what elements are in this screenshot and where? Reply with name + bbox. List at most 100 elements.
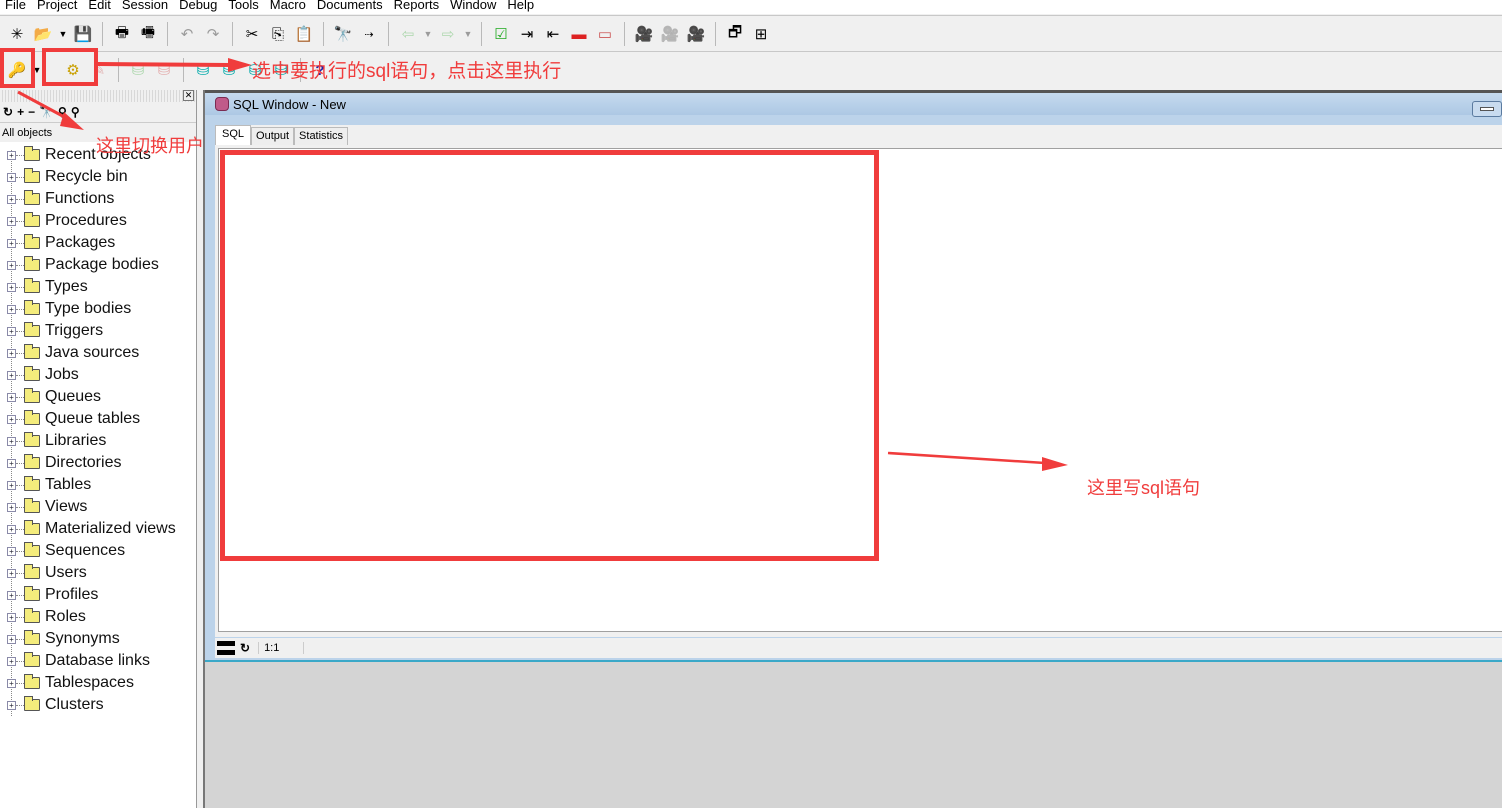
back-icon[interactable]: ⇦ [395,21,421,47]
expand-icon[interactable]: + [7,634,16,644]
menu-window[interactable]: Window [445,0,502,12]
expand-icon[interactable]: + [7,612,16,622]
expand-icon[interactable]: + [7,414,16,424]
unindent-icon[interactable]: ⇤ [540,21,566,47]
play-macro-icon[interactable]: 🎥 [657,21,683,47]
indent-icon[interactable]: ⇥ [514,21,540,47]
new-icon[interactable]: ✳ [4,21,30,47]
tree-item[interactable]: + Profiles [0,584,196,606]
tree-item[interactable]: + Java sources [0,342,196,364]
menu-macro[interactable]: Macro [265,0,312,12]
undo-icon[interactable]: ↶ [174,21,200,47]
expand-icon[interactable]: + [7,436,16,446]
expand-icon[interactable]: + [7,524,16,534]
print-setup-icon[interactable]: 🖷 [135,21,161,47]
db-icon-2[interactable]: ⛁ [216,57,242,83]
expand-icon[interactable]: + [7,502,16,512]
rollback-icon[interactable]: ⛁ [151,57,177,83]
find-icon[interactable]: 🔭 [39,105,54,119]
record-macro-icon[interactable]: 🎥 [631,21,657,47]
tree-item[interactable]: + Users [0,562,196,584]
menu-documents[interactable]: Documents [312,0,389,12]
filter-edit-icon[interactable]: ⚲ [71,105,80,119]
copy-icon[interactable]: ⎘ [265,21,291,47]
tree-item[interactable]: + Sequences [0,540,196,562]
layout-icon[interactable] [217,641,235,655]
tree-item[interactable]: + Jobs [0,364,196,386]
print-icon[interactable]: 🖶 [109,21,135,47]
tree-item[interactable]: + Package bodies [0,254,196,276]
tree-item[interactable]: + Type bodies [0,298,196,320]
comment-icon[interactable]: ▬ [566,21,592,47]
menu-help[interactable]: Help [502,0,540,12]
dropdown-icon[interactable]: ▼ [421,21,435,47]
open-icon[interactable]: 📂 [30,21,56,47]
tree-item[interactable]: + Materialized views [0,518,196,540]
expand-icon[interactable]: + [7,678,16,688]
expand-icon[interactable]: + [7,216,16,226]
tree-item[interactable]: + Procedures [0,210,196,232]
close-icon[interactable]: ✕ [183,90,194,101]
find-next-icon[interactable]: ⇢ [356,21,382,47]
menu-file[interactable]: File [0,0,32,12]
filter-icon[interactable]: ⚲ [58,105,67,119]
tree-item[interactable]: + Queue tables [0,408,196,430]
tab-output[interactable]: Output [251,127,295,145]
expand-icon[interactable]: + [7,568,16,578]
expand-icon[interactable]: + [7,172,16,182]
menu-tools[interactable]: Tools [223,0,264,12]
menu-debug[interactable]: Debug [174,0,223,12]
tree-item[interactable]: + Directories [0,452,196,474]
tile-icon[interactable]: ⊞ [748,21,774,47]
uncomment-icon[interactable]: ▭ [592,21,618,47]
expand-icon[interactable]: + [7,590,16,600]
menu-project[interactable]: Project [32,0,83,12]
refresh-icon[interactable]: ↻ [240,641,250,655]
tree-item[interactable]: + Tablespaces [0,672,196,694]
tree-item[interactable]: + Functions [0,188,196,210]
tree-item[interactable]: + Roles [0,606,196,628]
expand-icon[interactable]: + [7,348,16,358]
expand-icon[interactable]: + [7,656,16,666]
menu-reports[interactable]: Reports [389,0,446,12]
minimize-button[interactable] [1472,101,1502,117]
db-icon-1[interactable]: ⛁ [190,57,216,83]
tree-item[interactable]: + Queues [0,386,196,408]
tree-item[interactable]: + Types [0,276,196,298]
expand-icon[interactable]: + [7,194,16,204]
cut-icon[interactable]: ✂ [239,21,265,47]
expand-icon[interactable]: + [7,304,16,314]
tree-item[interactable]: + Synonyms [0,628,196,650]
tree-item[interactable]: + Database links [0,650,196,672]
expand-icon[interactable]: + [7,546,16,556]
paste-icon[interactable]: 📋 [291,21,317,47]
expand-icon[interactable]: + [7,480,16,490]
sql-window-titlebar[interactable]: SQL Window - New [205,93,1502,115]
expand-icon[interactable]: + [7,700,16,710]
forward-icon[interactable]: ⇨ [435,21,461,47]
dropdown-icon[interactable]: ▼ [461,21,475,47]
macro-library-icon[interactable]: 🎥 [683,21,709,47]
menu-edit[interactable]: Edit [83,0,116,12]
expand-icon[interactable]: + [7,150,16,160]
tree-item[interactable]: + Triggers [0,320,196,342]
expand-icon[interactable]: + [7,260,16,270]
tree-item[interactable]: + Packages [0,232,196,254]
tree-item[interactable]: + Recycle bin [0,166,196,188]
check-icon[interactable]: ☑ [488,21,514,47]
tree-item[interactable]: + Libraries [0,430,196,452]
tab-sql[interactable]: SQL [215,125,252,145]
tree-item[interactable]: + Tables [0,474,196,496]
expand-icon[interactable]: + [7,392,16,402]
find-icon[interactable]: 🔭 [330,21,356,47]
expand-icon[interactable]: + [7,370,16,380]
expand-icon[interactable]: + [7,458,16,468]
expand-icon[interactable]: + [7,282,16,292]
menu-session[interactable]: Session [117,0,174,12]
tree-item[interactable]: + Views [0,496,196,518]
save-icon[interactable]: 💾 [70,21,96,47]
expand-icon[interactable]: + [7,326,16,336]
redo-icon[interactable]: ↷ [200,21,226,47]
collapse-icon[interactable]: − [28,105,35,119]
commit-icon[interactable]: ⛁ [125,57,151,83]
